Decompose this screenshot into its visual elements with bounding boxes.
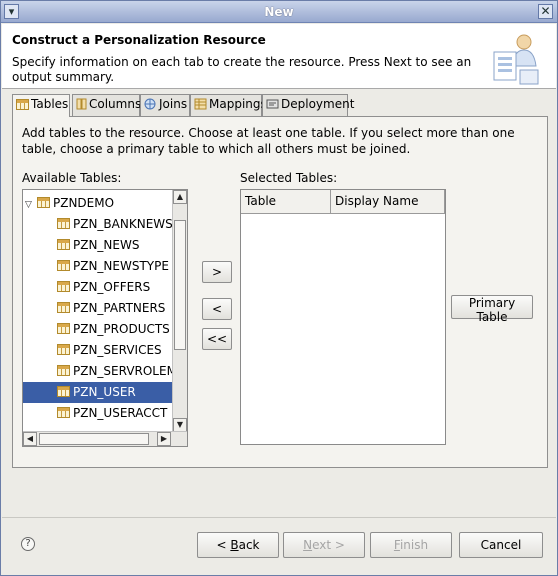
personalization-wizard-icon: [493, 34, 539, 85]
table-icon: [57, 344, 70, 355]
tree-item-label: PZN_BANKNEWS: [73, 217, 173, 231]
tree-item-selected[interactable]: PZN_USER: [23, 382, 173, 403]
tab-joins[interactable]: Joins: [140, 94, 190, 116]
column-header-table[interactable]: Table: [241, 190, 331, 214]
next-button[interactable]: Next >: [283, 532, 365, 558]
tree-item-label: PZN_SERVICES: [73, 343, 162, 357]
table-icon: [57, 407, 70, 418]
tables-instructions: Add tables to the resource. Choose at le…: [22, 126, 515, 156]
tree-item[interactable]: PZN_NEWSTYPE: [57, 256, 187, 277]
tab-tables[interactable]: Tables: [12, 94, 70, 117]
tree-item-label: PZN_PARTNERS: [73, 301, 166, 315]
scroll-right-icon[interactable]: ▶: [157, 432, 171, 446]
back-mnemonic: B: [230, 538, 239, 552]
next-mnemonic: N: [303, 538, 313, 552]
table-icon: [57, 239, 70, 250]
tab-joins-label: Joins: [159, 97, 188, 111]
wizard-title: Construct a Personalization Resource: [12, 33, 266, 47]
tree-item-label: PZN_NEWS: [73, 238, 140, 252]
tree-item-label: PZN_PRODUCTS: [73, 322, 170, 336]
tree-item-label: PZN_USERACCT: [73, 406, 168, 420]
table-icon: [57, 260, 70, 271]
table-icon: [57, 365, 70, 376]
back-label-rest: ack: [238, 538, 260, 552]
finish-label-rest: inish: [399, 538, 429, 552]
tree-item[interactable]: PZN_PRODUCTS: [57, 319, 187, 340]
database-icon: [37, 197, 50, 208]
selected-tables-label: Selected Tables:: [240, 171, 338, 185]
title-bar[interactable]: ▾ New ✕: [1, 1, 557, 23]
tree-item[interactable]: PZN_OFFERS: [57, 277, 187, 298]
table-icon: [16, 99, 29, 110]
selected-tables-table[interactable]: Table Display Name: [240, 189, 446, 445]
window-title: New: [264, 5, 294, 19]
back-button[interactable]: < Back: [197, 532, 279, 558]
table-icon: [57, 218, 70, 229]
table-icon: [57, 323, 70, 334]
mappings-icon: [194, 98, 207, 110]
tree-item[interactable]: PZN_USERACCT: [57, 403, 187, 424]
tree-item[interactable]: PZN_NEWS: [57, 235, 187, 256]
cancel-button[interactable]: Cancel: [459, 532, 543, 558]
back-prefix: <: [216, 538, 231, 552]
new-dialog-window: ▾ New ✕ Construct a Personalization Reso…: [0, 0, 558, 576]
tree-horizontal-scrollbar[interactable]: ◀ ▶: [23, 431, 187, 446]
deployment-icon: [266, 99, 279, 109]
scroll-left-icon[interactable]: ◀: [23, 432, 37, 446]
tree-vertical-scrollbar[interactable]: ▲ ▼: [172, 190, 187, 432]
tree-root-label: PZNDEMO: [53, 196, 115, 210]
tables-tab-panel: Add tables to the resource. Choose at le…: [12, 116, 548, 468]
tab-mappings-label: Mappings: [209, 97, 267, 111]
table-icon: [57, 302, 70, 313]
tree-item-label: PZN_NEWSTYPE: [73, 259, 169, 273]
remove-all-tables-button[interactable]: <<: [202, 328, 232, 350]
footer-separator: [2, 517, 556, 518]
collapse-icon[interactable]: ▽: [25, 195, 37, 216]
help-icon[interactable]: ?: [21, 537, 35, 551]
available-tables-tree[interactable]: ▽ PZNDEMO PZN_BANKNEWS PZN_NEWS PZN_NEWST…: [22, 189, 188, 447]
tree-item[interactable]: PZN_SERVROLEMAP: [57, 361, 188, 382]
tree-item[interactable]: PZN_PARTNERS: [57, 298, 187, 319]
vertical-scroll-thumb[interactable]: [174, 220, 186, 350]
scroll-up-icon[interactable]: ▲: [173, 190, 187, 204]
columns-icon: [76, 98, 87, 110]
tree-item[interactable]: PZN_BANKNEWS: [57, 214, 187, 235]
add-table-button[interactable]: >: [202, 261, 232, 283]
wizard-header: Construct a Personalization Resource Spe…: [2, 24, 556, 89]
wizard-description: Specify information on each tab to creat…: [12, 55, 472, 84]
tab-mappings[interactable]: Mappings: [190, 94, 267, 116]
horizontal-scroll-thumb[interactable]: [39, 433, 149, 445]
remove-table-button[interactable]: <: [202, 298, 232, 320]
table-icon: [57, 281, 70, 292]
close-icon[interactable]: ✕: [538, 4, 553, 19]
tab-deployment[interactable]: Deployment: [262, 94, 354, 116]
column-header-display-name[interactable]: Display Name: [331, 190, 445, 214]
available-tables-label: Available Tables:: [22, 171, 122, 185]
tab-tables-label: Tables: [31, 97, 69, 111]
tree-root-pzndemo[interactable]: ▽ PZNDEMO: [25, 193, 175, 214]
primary-table-button[interactable]: Primary Table: [451, 295, 533, 324]
joins-icon: [144, 98, 156, 110]
finish-button[interactable]: Finish: [370, 532, 452, 558]
scroll-down-icon[interactable]: ▼: [173, 418, 187, 432]
tab-columns-label: Columns: [89, 97, 142, 111]
tab-columns[interactable]: Columns: [72, 94, 142, 116]
tab-deployment-label: Deployment: [281, 97, 355, 111]
tree-item-label: PZN_OFFERS: [73, 280, 151, 294]
tree-item-label: PZN_USER: [73, 385, 136, 399]
tree-item-label: PZN_SERVROLEMAP: [73, 364, 188, 378]
tree-item[interactable]: PZN_SERVICES: [57, 340, 187, 361]
next-label-rest: ext >: [312, 538, 345, 552]
table-icon: [57, 386, 70, 397]
